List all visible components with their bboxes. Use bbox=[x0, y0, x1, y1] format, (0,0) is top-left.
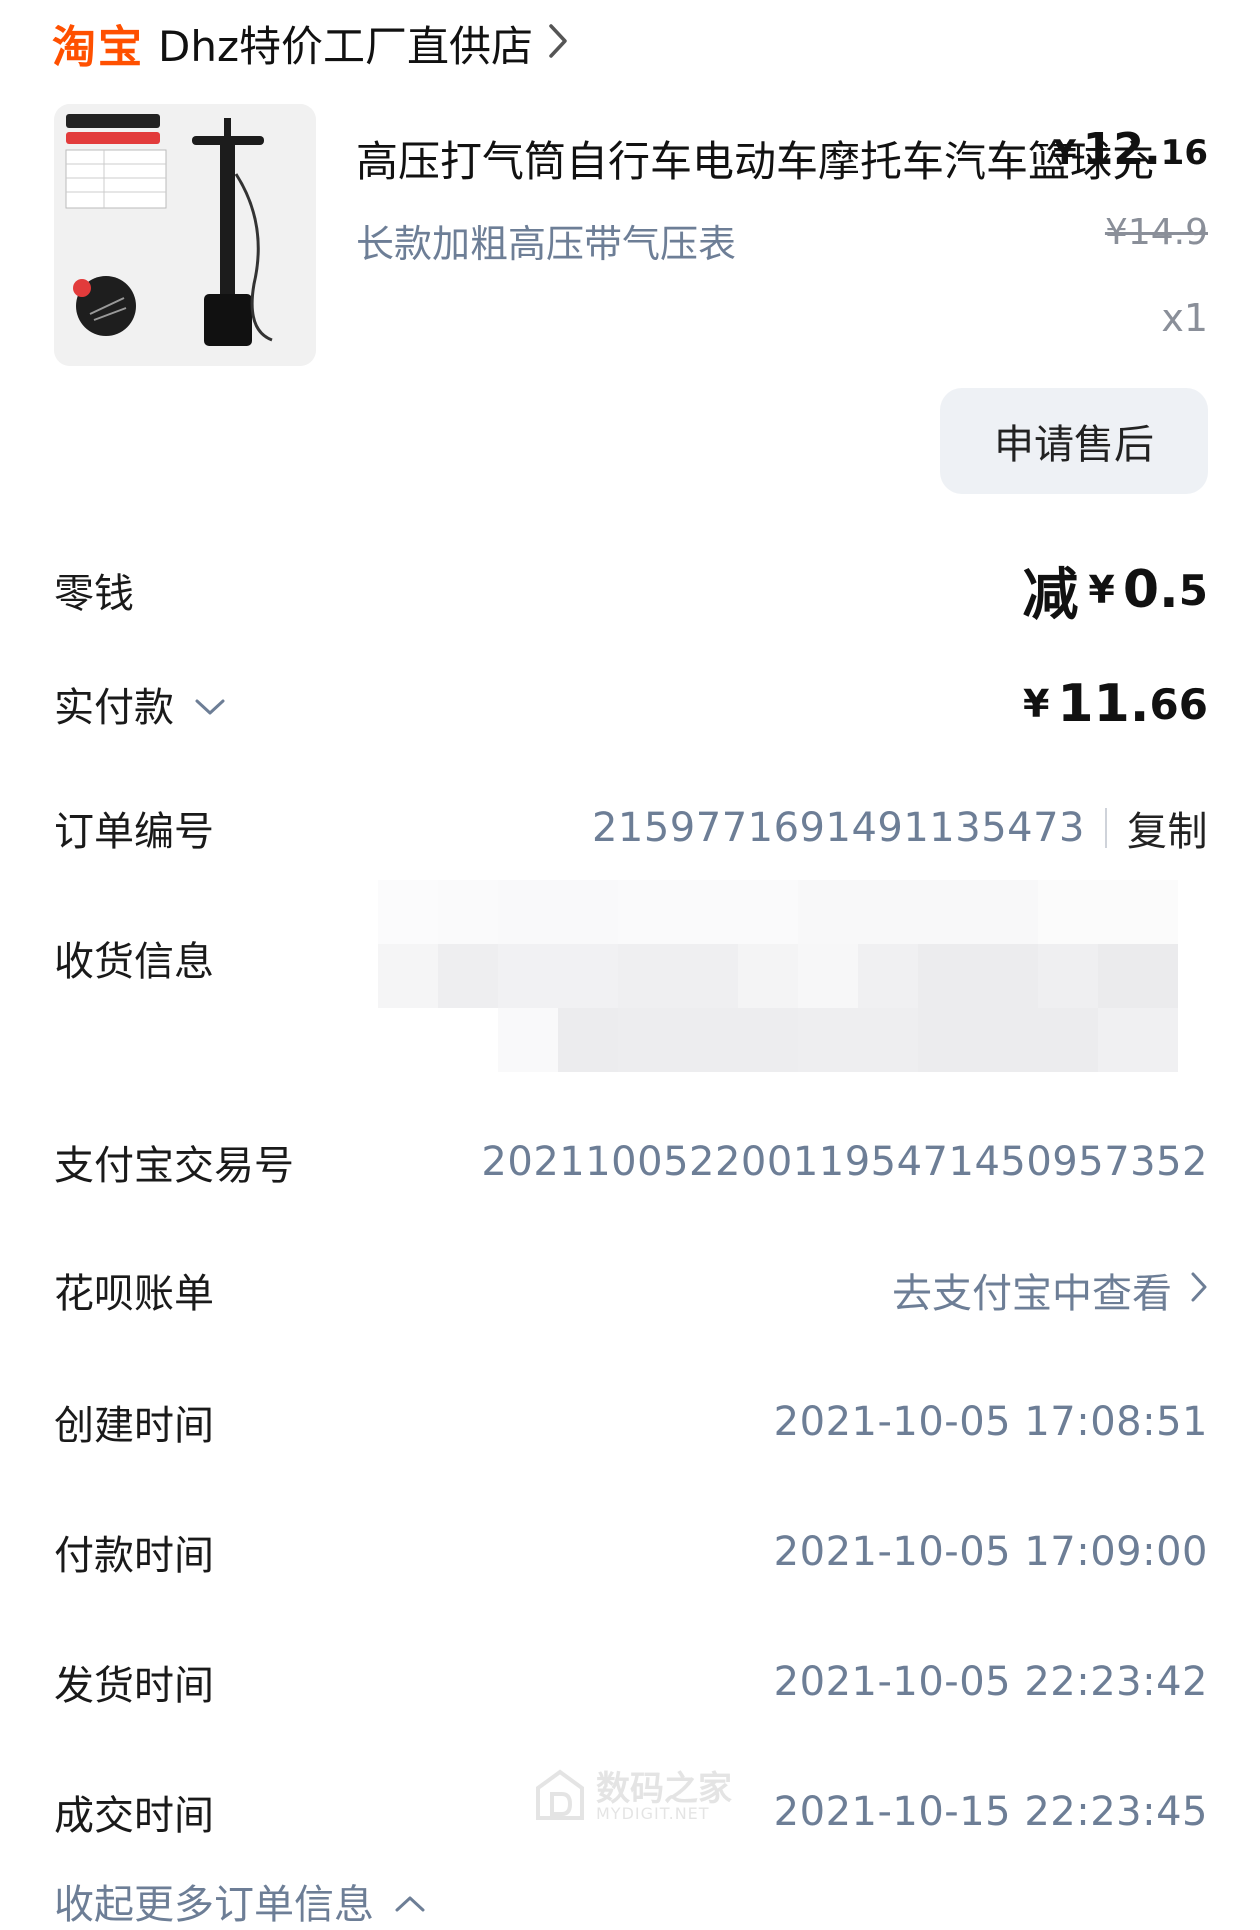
product-sku: 长款加粗高压带气压表 bbox=[356, 222, 737, 266]
paid-label: 实付款 bbox=[54, 685, 174, 731]
chevron-down-icon[interactable] bbox=[194, 681, 226, 727]
alipay-trade-row: 支付宝交易号 2021100522001195471450957352 bbox=[54, 1122, 1208, 1202]
huabei-bill-row[interactable]: 花呗账单 去支付宝中查看 bbox=[54, 1250, 1208, 1330]
collapse-order-info-button[interactable]: 收起更多订单信息 bbox=[54, 1872, 426, 1930]
view-in-alipay-text: 去支付宝中查看 bbox=[892, 1271, 1172, 1317]
copy-button[interactable]: 复制 bbox=[1127, 799, 1208, 857]
chevron-right-icon[interactable] bbox=[547, 22, 569, 64]
paid-decimal: 66 bbox=[1149, 679, 1208, 729]
reduce-prefix: 减 bbox=[1022, 562, 1079, 628]
paid-currency: ¥ bbox=[1022, 682, 1050, 726]
created-time-label: 创建时间 bbox=[54, 1403, 214, 1449]
paid-integer: 11. bbox=[1057, 674, 1150, 734]
paid-label-group[interactable]: 实付款 bbox=[54, 675, 226, 733]
order-number-row: 订单编号 2159771691491135473 复制 bbox=[54, 788, 1208, 868]
watermark-text: 数码之家 MYDIGIT.NET bbox=[596, 1772, 732, 1822]
product-price: ¥12.16 bbox=[1053, 124, 1208, 175]
chevron-up-icon bbox=[394, 1878, 426, 1924]
watermark-icon bbox=[532, 1768, 588, 1826]
change-integer: 0. bbox=[1122, 560, 1179, 620]
paid-amount: ¥11. 66 bbox=[1023, 674, 1208, 734]
payment-time-row: 付款时间 2021-10-05 17:09:00 bbox=[54, 1512, 1208, 1592]
shipped-time-row: 发货时间 2021-10-05 22:23:42 bbox=[54, 1642, 1208, 1722]
store-name[interactable]: Dhz特价工厂直供店 bbox=[158, 13, 533, 74]
shipped-time-label: 发货时间 bbox=[54, 1663, 214, 1709]
huabei-bill-label: 花呗账单 bbox=[54, 1271, 214, 1317]
original-price: ¥14.9 bbox=[1104, 212, 1208, 253]
created-time-row: 创建时间 2021-10-05 17:08:51 bbox=[54, 1382, 1208, 1462]
taobao-logo: 淘宝 bbox=[52, 22, 144, 73]
watermark-cn: 数码之家 bbox=[596, 1769, 732, 1809]
shipping-info-label: 收货信息 bbox=[54, 939, 214, 985]
change-row: 零钱 减 ¥0. 5 bbox=[54, 550, 1208, 630]
completed-time-label: 成交时间 bbox=[54, 1793, 214, 1839]
paid-amount-row[interactable]: 实付款 ¥11. 66 bbox=[54, 664, 1208, 744]
order-number-group: 2159771691491135473 复制 bbox=[592, 799, 1208, 857]
shipped-time-value: 2021-10-05 22:23:42 bbox=[773, 1659, 1208, 1705]
chevron-right-icon bbox=[1190, 1267, 1208, 1313]
alipay-trade-value: 2021100522001195471450957352 bbox=[481, 1139, 1208, 1185]
product-title[interactable]: 高压打气筒自行车电动车摩托车汽车篮球充 bbox=[356, 128, 1154, 189]
product-quantity: x1 bbox=[1161, 296, 1208, 340]
price-integer: 12. bbox=[1082, 124, 1161, 175]
order-number-label: 订单编号 bbox=[54, 809, 214, 855]
completed-time-value: 2021-10-15 22:23:45 bbox=[773, 1789, 1208, 1835]
payment-time-value: 2021-10-05 17:09:00 bbox=[773, 1529, 1208, 1575]
collapse-label: 收起更多订单信息 bbox=[54, 1882, 374, 1928]
after-sale-button[interactable]: 申请售后 bbox=[940, 388, 1208, 494]
watermark: 数码之家 MYDIGIT.NET bbox=[532, 1768, 732, 1826]
redacted-address bbox=[378, 880, 1198, 1072]
created-time-value: 2021-10-05 17:08:51 bbox=[773, 1399, 1208, 1445]
divider bbox=[1105, 808, 1107, 848]
change-currency: ¥ bbox=[1088, 568, 1115, 612]
order-number-value: 2159771691491135473 bbox=[591, 805, 1085, 851]
alipay-trade-label: 支付宝交易号 bbox=[54, 1143, 294, 1189]
store-header[interactable]: 淘宝 Dhz特价工厂直供店 bbox=[52, 8, 569, 78]
view-in-alipay-link[interactable]: 去支付宝中查看 bbox=[892, 1261, 1208, 1319]
price-currency: ¥ bbox=[1053, 133, 1077, 173]
price-decimal: 16 bbox=[1160, 133, 1208, 173]
change-amount: 减 ¥0. 5 bbox=[1022, 550, 1208, 631]
payment-time-label: 付款时间 bbox=[54, 1533, 214, 1579]
product-image[interactable] bbox=[54, 104, 316, 366]
change-label: 零钱 bbox=[54, 571, 134, 617]
change-decimal: 5 bbox=[1178, 565, 1208, 615]
